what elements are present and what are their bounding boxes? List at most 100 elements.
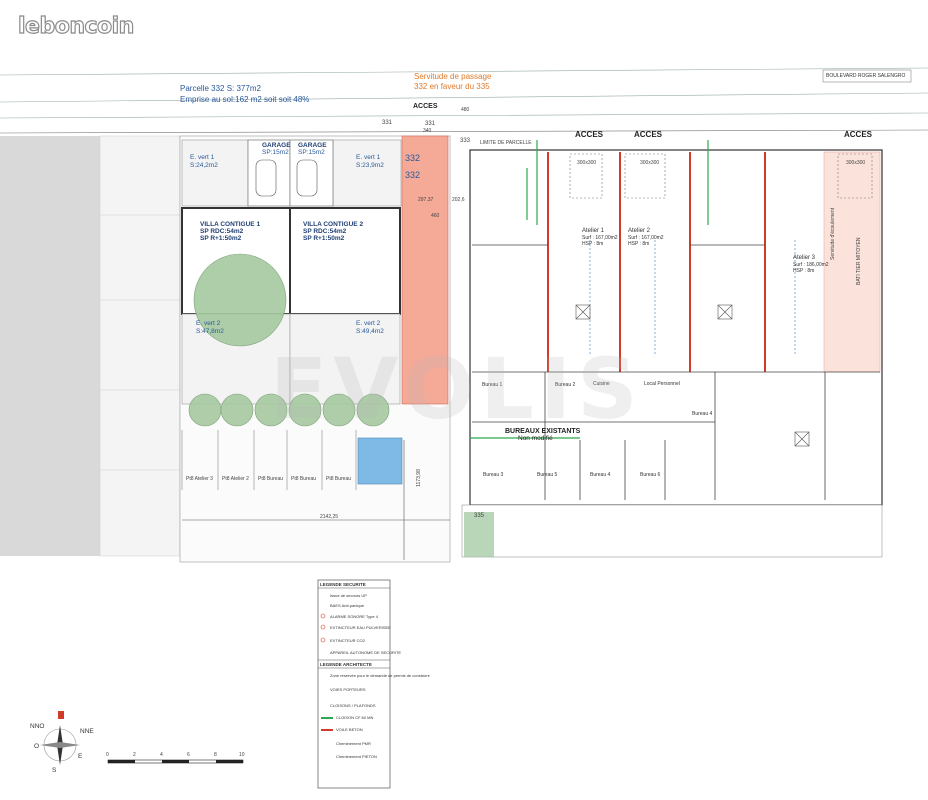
ev1-left-name: E. vert 1 bbox=[190, 154, 215, 161]
legend-architect-2: VOIES PORTEURS bbox=[330, 687, 366, 692]
bureau-5-label: Bureau 5 bbox=[537, 472, 558, 478]
legend-architect-3: CLOISONS / PLAFONDS bbox=[330, 703, 376, 708]
scale-tick-10: 10 bbox=[239, 752, 245, 758]
dim-480: 480 bbox=[461, 107, 470, 113]
villa-2-name: VILLA CONTIGUE 2 bbox=[303, 221, 364, 228]
ev1-right-area: S:23,9m2 bbox=[356, 162, 384, 169]
compass-e: E bbox=[78, 753, 83, 760]
atelier-2-hsp: HSP : 8m bbox=[628, 241, 650, 247]
door-code-2: 300x300 bbox=[640, 160, 660, 166]
parking-label-2: Pt8 Atelier 2 bbox=[222, 476, 249, 482]
green-space-1-left bbox=[181, 139, 249, 207]
legend-architect-6: Cheminement PMR bbox=[336, 741, 371, 746]
parking-label-3: Pt8 Bureau bbox=[258, 476, 284, 482]
parcel-332-b: 332 bbox=[405, 170, 421, 180]
legend-security-title: LEGENDE SECURITE bbox=[320, 582, 366, 587]
dim-1173: 1173,98 bbox=[415, 469, 422, 487]
car-2 bbox=[296, 159, 318, 197]
legend-architect-5: VOILE BETON bbox=[336, 727, 363, 732]
parcel-332-a: 332 bbox=[405, 153, 421, 163]
compass-nne: NNE bbox=[80, 728, 94, 735]
parcel-333: 333 bbox=[460, 138, 471, 144]
parcel-331-b: 331 bbox=[425, 121, 436, 127]
door-code-3: 300x300 bbox=[846, 160, 866, 166]
scale-tick-4: 4 bbox=[160, 752, 163, 758]
ev2-right-area: S:49,4m2 bbox=[356, 328, 384, 335]
side-label-bati: BATI TIER MITOYEN bbox=[856, 237, 862, 285]
compass-nno: NNO bbox=[30, 723, 45, 730]
compass-s: S bbox=[52, 767, 57, 774]
ev1-right-name: E. vert 1 bbox=[356, 154, 381, 161]
acces-label-2: ACCES bbox=[634, 130, 663, 139]
right-lot-front bbox=[461, 504, 883, 558]
villa-1-rdc: SP RDC:54m2 bbox=[200, 228, 244, 235]
bureau-3-label: Bureau 3 bbox=[483, 472, 504, 478]
scale-tick-8: 8 bbox=[214, 752, 217, 758]
limite-parcelle: LIMITE DE PARCELLE bbox=[480, 140, 532, 146]
right-servitude-zone bbox=[823, 151, 881, 373]
villa-1-name: VILLA CONTIGUE 1 bbox=[200, 221, 261, 228]
legend-security-2: BAES Anti-panique bbox=[330, 603, 365, 608]
garage-2-area: SP:15m2 bbox=[298, 149, 325, 156]
acces-label-3: ACCES bbox=[844, 130, 873, 139]
scale-tick-6: 6 bbox=[187, 752, 190, 758]
servitude-line-1: Servitude de passage bbox=[414, 72, 492, 81]
scale-tick-2: 2 bbox=[133, 752, 136, 758]
atelier-3-hsp: HSP : 8m bbox=[793, 268, 815, 274]
compass bbox=[40, 711, 80, 765]
legend-security-3: ALARME SONORE Type 4 bbox=[330, 614, 378, 619]
garage-1-area: SP:15m2 bbox=[262, 149, 289, 156]
ev2-left-name: E. vert 2 bbox=[196, 320, 221, 327]
side-label-servitude: Servitude d'écoulement bbox=[830, 207, 836, 260]
legend-security-1: Issue de secours UP bbox=[330, 593, 367, 598]
atelier-1-name: Atelier 1 bbox=[582, 228, 605, 234]
road-name: BOULEVARD ROGER SALENGRO bbox=[826, 73, 906, 79]
door-code-1: 300x300 bbox=[577, 160, 597, 166]
parking-label-1: Pt8 Atelier 3 bbox=[186, 476, 213, 482]
local-personnel-label: Local Personnel bbox=[644, 381, 680, 387]
atelier-2-name: Atelier 2 bbox=[628, 228, 651, 234]
legend-architect-title: LEGENDE ARCHITECTE bbox=[320, 662, 372, 667]
parcel-title: Parcelle 332 S: 377m2 bbox=[180, 84, 261, 93]
atelier-1-hsp: HSP : 8m bbox=[582, 241, 604, 247]
bureau-4-label: Bureau 4 bbox=[590, 472, 611, 478]
scale-bar bbox=[107, 759, 244, 764]
parcel-subtitle: Emprise au sol:162 m2 soit soit 48% bbox=[180, 95, 310, 104]
pmr-parking bbox=[357, 437, 403, 485]
parking-label-5: Pt8 Bureau bbox=[326, 476, 352, 482]
legend-security-5: EXTINCTEUR CO2 bbox=[330, 638, 365, 643]
legend-architect-7: Cheminement PIETON bbox=[336, 754, 377, 759]
villa-1-r1: SP R+1:50m2 bbox=[200, 235, 242, 242]
acces-top-label: ACCES bbox=[413, 103, 438, 110]
bureau-extra-label: Bureau 4 bbox=[692, 411, 713, 417]
legend-security-6: APPAREIL AUTONOME DE SECURITE bbox=[330, 650, 402, 655]
villa-2-rdc: SP RDC:54m2 bbox=[303, 228, 347, 235]
parcel-335: 335 bbox=[474, 513, 485, 519]
watermark: EVOLIS bbox=[270, 340, 644, 438]
parking-label-4: Pt8 Bureau bbox=[291, 476, 317, 482]
parcel-331-a: 331 bbox=[382, 120, 393, 126]
right-building bbox=[469, 149, 883, 506]
servitude-line-2: 332 en faveur du 335 bbox=[414, 82, 490, 91]
garage-1-name: GARAGE bbox=[262, 142, 291, 149]
green-space-1-right bbox=[332, 139, 402, 207]
legend-architect-4: CLOISON CF 60 MN bbox=[336, 715, 374, 720]
garage-2-name: GARAGE bbox=[298, 142, 327, 149]
dim-2142: 2142,25 bbox=[320, 514, 339, 520]
bureau-6-label: Bureau 6 bbox=[640, 472, 661, 478]
compass-o: O bbox=[34, 743, 40, 750]
atelier-3-name: Atelier 3 bbox=[793, 255, 816, 261]
dim-460: 460 bbox=[431, 213, 440, 219]
ev2-right-name: E. vert 2 bbox=[356, 320, 381, 327]
dim-340: 340 bbox=[423, 128, 432, 134]
car-1 bbox=[255, 159, 277, 197]
dim-297: 297.37 bbox=[418, 197, 434, 203]
dim-202: 202,6 bbox=[452, 197, 465, 203]
ev2-left-area: S:47,8m2 bbox=[196, 328, 224, 335]
acces-label-1: ACCES bbox=[575, 130, 604, 139]
scale-tick-0: 0 bbox=[106, 752, 109, 758]
villa-2-r1: SP R+1:50m2 bbox=[303, 235, 345, 242]
legend-architect-1: Zone réservée pour le demande de permis … bbox=[330, 673, 430, 678]
legend-security-4: EXTINCTEUR EAU PULVERISEE bbox=[330, 625, 391, 630]
neighbor-zones bbox=[0, 135, 181, 557]
